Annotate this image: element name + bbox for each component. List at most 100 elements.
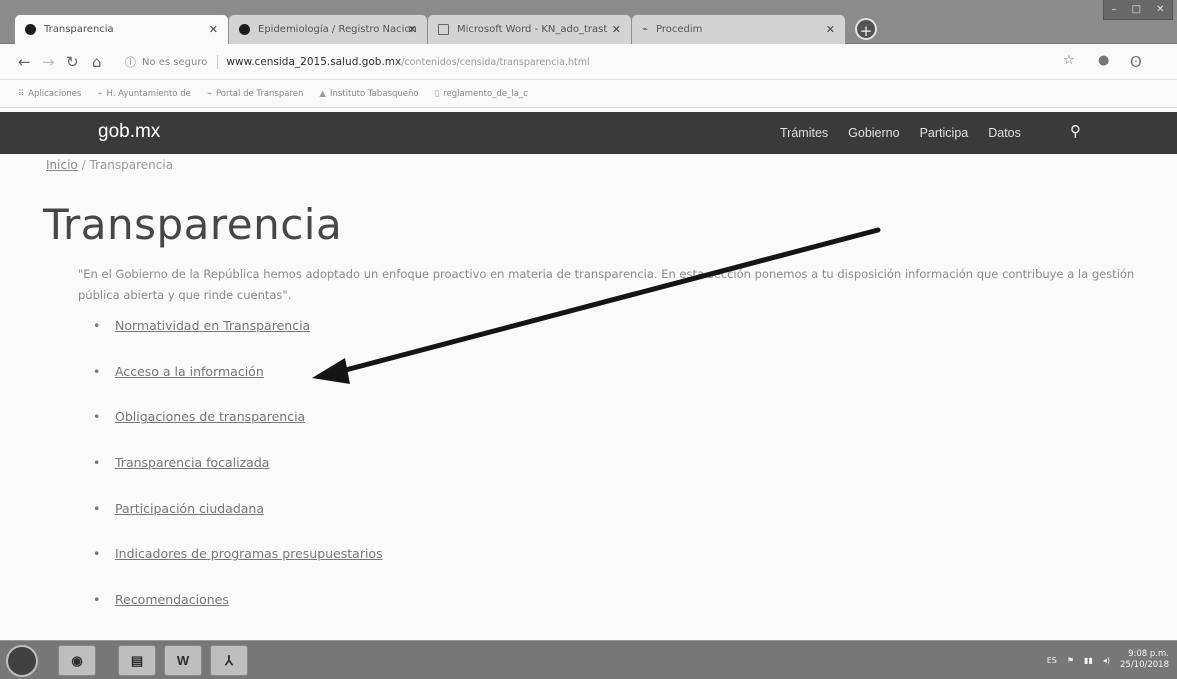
list-item: • Normatividad en Transparencia [93,318,383,364]
acrobat-icon[interactable]: ⅄ [210,645,248,676]
clock[interactable]: 9:08 p.m. 25/10/2018 [1120,649,1169,671]
breadcrumb-separator: / [77,158,90,172]
close-icon[interactable]: ✕ [612,23,621,36]
network-icon[interactable]: ▮▮ [1084,656,1093,665]
address-bar: ← → ↻ ⌂ ⓘ No es seguro www.censida_2015.… [0,44,1177,80]
link-acceso-informacion[interactable]: Acceso a la información [115,364,264,379]
back-arrow-icon[interactable]: ← [18,53,31,71]
volume-icon[interactable]: ◂) [1103,656,1110,665]
breadcrumb: Inicio / Transparencia [46,158,173,172]
list-item: • Transparencia focalizada [93,455,383,501]
bookmark-ayuntamiento[interactable]: ⌁ H. Ayuntamiento de [97,89,190,99]
search-icon[interactable]: ⚲ [1070,122,1081,140]
intro-text: "En el Gobierno de la República hemos ad… [78,267,1135,302]
browser-tab-strip: Transparencia ✕ Epidemiología / Registro… [0,0,1177,44]
bullet-icon: • [93,363,101,379]
bookmark-label: H. Ayuntamiento de [106,88,191,99]
clock-time: 9:08 p.m. [1128,649,1169,659]
link-participacion[interactable]: Participación ciudadana [115,501,264,516]
tab-label: Procedim [656,24,703,35]
bullet-icon: • [93,455,101,471]
link-normatividad[interactable]: Normatividad en Transparencia [115,318,310,333]
tab-transparencia[interactable]: Transparencia ✕ [14,14,229,44]
network-icon: ⌁ [642,24,649,35]
bookmark-label: Instituto Tabasqueño [329,88,419,99]
security-label: No es seguro [142,56,208,68]
nav-gobierno[interactable]: Gobierno [848,126,899,140]
account-icon[interactable]: ʘ [1130,53,1142,71]
bookmark-apps[interactable]: ⠿ Aplicaciones [18,89,81,99]
tab-epidemiologia[interactable]: Epidemiología / Registro Nacion ✕ [228,14,428,44]
system-tray: ES ⚑ ▮▮ ◂) 9:08 p.m. 25/10/2018 [1047,649,1169,671]
url-path: /contenidos/censida/transparencia.html [401,56,590,68]
close-icon[interactable]: ✕ [826,23,835,36]
forward-arrow-icon[interactable]: → [42,53,55,71]
bookmark-portal[interactable]: ⌁ Portal de Transparen [207,89,304,99]
divider [217,55,219,69]
file-explorer-icon[interactable]: ▤ [118,645,156,676]
list-item: • Participación ciudadana [93,501,383,547]
windows-taskbar: ◉ ▤ W ⅄ ES ⚑ ▮▮ ◂) 9:08 p.m. 25/10/2018 [0,640,1177,679]
window-controls: – □ ✕ [1103,0,1173,20]
maximize-icon[interactable]: □ [1132,4,1141,15]
site-icon: ⌁ [206,88,212,99]
chrome-icon[interactable]: ◉ [58,645,96,676]
tab-label: Transparencia [44,24,114,35]
list-item: • Indicadores de programas presupuestario… [93,546,383,592]
star-icon[interactable]: ☆ [1063,53,1075,68]
bookmark-label: Portal de Transparen [215,88,304,99]
list-item: • Recomendaciones [93,592,383,638]
home-icon[interactable]: ⌂ [92,53,102,71]
tab-microsoft-word[interactable]: Microsoft Word - KN_ado_trast ✕ [427,14,632,44]
link-indicadores[interactable]: Indicadores de programas presupuestarios [115,546,383,561]
breadcrumb-home[interactable]: Inicio [46,158,78,172]
bookmark-reglamento[interactable]: ▯ reglamento_de_la_c [435,89,528,99]
tab-procedim[interactable]: ⌁ Procedim ✕ [631,14,846,44]
bookmark-label: Aplicaciones [28,88,82,99]
site-logo[interactable]: gob.mx [98,121,160,143]
tab-label: Microsoft Word - KN_ado_trast [457,24,608,35]
link-obligaciones[interactable]: Obligaciones de transparencia [115,409,305,424]
start-button[interactable] [6,645,38,677]
reload-icon[interactable]: ↻ [66,53,79,71]
language-indicator[interactable]: ES [1047,656,1057,665]
bookmark-instituto[interactable]: ▲ Instituto Tabasqueño [319,89,418,99]
bullet-icon: • [93,500,101,516]
tab-label: Epidemiología / Registro Nacion [258,24,417,35]
site-nav-links: Trámites Gobierno Participa Datos [780,126,1021,140]
list-item: • Obligaciones de transparencia [93,409,383,455]
page-title: Transparencia [43,200,343,249]
nav-tramites[interactable]: Trámites [780,126,828,140]
bullet-icon: • [93,592,101,608]
bullet-icon: • [93,318,101,333]
site-icon: ▲ [319,88,326,99]
bookmarks-bar: ⠿ Aplicaciones ⌁ H. Ayuntamiento de ⌁ Porta… [0,80,1177,108]
url-host: www.censida_2015.salud.gob.mx [226,56,402,68]
flag-icon[interactable]: ⚑ [1067,656,1074,665]
nav-datos[interactable]: Datos [988,126,1021,140]
document-icon [438,24,449,35]
extension-icon[interactable]: ● [1098,53,1109,68]
nav-participa[interactable]: Participa [920,126,969,140]
close-icon[interactable]: ✕ [408,23,417,36]
minimize-icon[interactable]: – [1112,4,1117,15]
clock-date: 25/10/2018 [1120,660,1169,670]
site-icon: ⌁ [97,88,103,99]
bookmark-label: reglamento_de_la_c [443,88,528,99]
document-icon: ▯ [434,88,440,99]
gobmx-favicon-icon [25,24,36,35]
url-field[interactable]: ⓘ No es seguro www.censida_2015.salud.go… [125,51,1155,73]
close-icon[interactable]: ✕ [209,23,218,36]
word-label: W [176,653,190,668]
word-icon[interactable]: W [164,645,202,676]
link-transparencia-focalizada[interactable]: Transparencia focalizada [115,455,269,470]
link-recomendaciones[interactable]: Recomendaciones [115,592,229,607]
new-tab-button[interactable]: + [855,18,877,40]
info-icon[interactable]: ⓘ [125,54,136,70]
site-navbar: gob.mx Trámites Gobierno Participa Datos… [0,112,1177,154]
bullet-icon: • [93,546,101,562]
close-window-icon[interactable]: ✕ [1156,4,1164,15]
breadcrumb-current: Transparencia [89,158,174,172]
apps-grid-icon: ⠿ [18,88,25,99]
gobmx-favicon-icon [239,24,250,35]
